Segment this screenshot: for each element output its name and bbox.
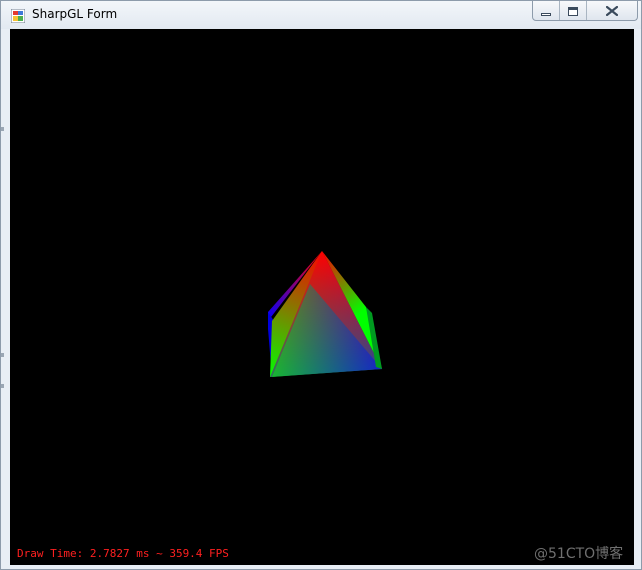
sharpgl-form-window: SharpGL Form Draw Time: 2.7827 ms ~ 359.… (0, 0, 642, 570)
opengl-viewport[interactable]: Draw Time: 2.7827 ms ~ 359.4 FPS @51CTO博… (10, 29, 634, 565)
draw-time-status: Draw Time: 2.7827 ms ~ 359.4 FPS (17, 547, 229, 560)
resize-grip-left (1, 353, 4, 357)
opengl-canvas (268, 251, 382, 377)
maximize-icon (568, 1, 578, 20)
window-controls (532, 1, 638, 21)
minimize-icon (541, 1, 551, 20)
rgb-pyramid (268, 251, 382, 377)
watermark-text: @51CTO博客 (534, 546, 624, 562)
close-icon (605, 1, 619, 20)
window-title: SharpGL Form (32, 7, 118, 21)
minimize-button[interactable] (533, 1, 560, 20)
resize-grip-left (1, 384, 4, 388)
maximize-button[interactable] (560, 1, 587, 20)
sharpgl-app-icon[interactable] (10, 8, 26, 24)
close-button[interactable] (587, 1, 637, 20)
title-bar[interactable]: SharpGL Form (1, 1, 641, 29)
resize-grip-left (1, 127, 4, 131)
